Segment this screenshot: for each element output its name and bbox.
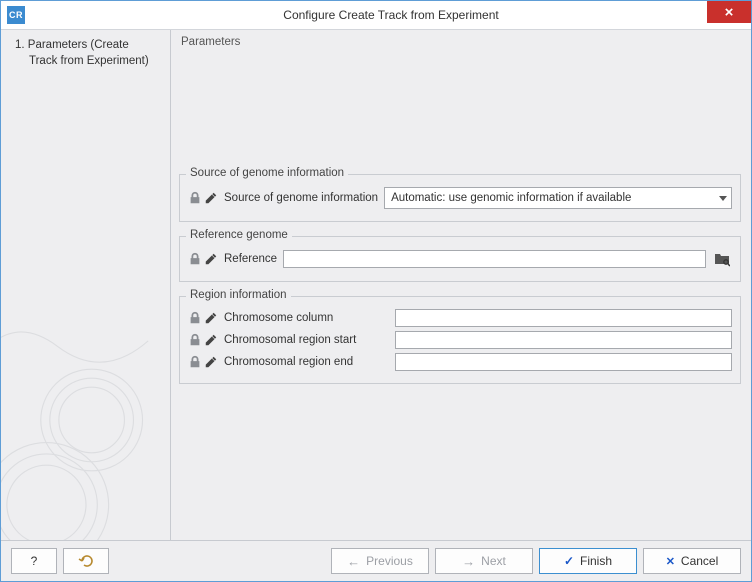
edit-icon[interactable] xyxy=(204,333,218,347)
button-bar: ? Previous Next Finish Cancel xyxy=(1,540,751,581)
app-icon: CR xyxy=(7,6,25,24)
finish-label: Finish xyxy=(580,554,612,568)
select-source-value: Automatic: use genomic information if av… xyxy=(391,192,631,204)
close-button[interactable]: × xyxy=(707,1,751,23)
row-region-start: Chromosomal region start xyxy=(188,331,732,349)
previous-button[interactable]: Previous xyxy=(331,548,429,574)
input-region-start[interactable] xyxy=(395,331,732,349)
group-source: Source of genome information Source of g… xyxy=(179,174,741,222)
group-source-legend: Source of genome information xyxy=(186,167,348,179)
input-chrom-col[interactable] xyxy=(395,309,732,327)
lock-icon[interactable] xyxy=(188,252,202,266)
row-reference-icons xyxy=(188,252,218,266)
edit-icon[interactable] xyxy=(204,355,218,369)
row-source: Source of genome information Automatic: … xyxy=(188,187,732,209)
chevron-down-icon xyxy=(719,196,727,201)
xmark-icon xyxy=(666,554,675,568)
watermark xyxy=(1,290,171,540)
panel-heading: Parameters xyxy=(181,36,741,48)
row-source-icons xyxy=(188,191,218,205)
row-reference: Reference xyxy=(188,249,732,269)
titlebar: CR Configure Create Track from Experimen… xyxy=(1,1,751,30)
check-icon xyxy=(564,554,574,568)
edit-icon[interactable] xyxy=(204,191,218,205)
main-panel: Parameters Source of genome information … xyxy=(171,30,751,540)
input-region-end[interactable] xyxy=(395,353,732,371)
undo-icon xyxy=(78,554,94,568)
label-chrom-col: Chromosome column xyxy=(224,312,389,324)
label-source: Source of genome information xyxy=(224,192,378,204)
select-source[interactable]: Automatic: use genomic information if av… xyxy=(384,187,732,209)
group-region: Region information Chromosome column xyxy=(179,296,741,384)
row-region-end-icons xyxy=(188,355,218,369)
lock-icon[interactable] xyxy=(188,311,202,325)
wizard-sidebar: 1. Parameters (Create Track from Experim… xyxy=(1,30,171,540)
label-region-end: Chromosomal region end xyxy=(224,356,389,368)
finish-button[interactable]: Finish xyxy=(539,548,637,574)
row-chrom-col: Chromosome column xyxy=(188,309,732,327)
arrow-right-icon xyxy=(462,554,475,569)
window-title: Configure Create Track from Experiment xyxy=(31,8,751,22)
close-icon: × xyxy=(725,4,734,21)
edit-icon[interactable] xyxy=(204,311,218,325)
row-chrom-col-icons xyxy=(188,311,218,325)
arrow-left-icon xyxy=(347,554,360,569)
group-reference-legend: Reference genome xyxy=(186,229,292,241)
cancel-button[interactable]: Cancel xyxy=(643,548,741,574)
wizard-step-1[interactable]: 1. Parameters (Create Track from Experim… xyxy=(15,38,158,69)
dialog-window: CR Configure Create Track from Experimen… xyxy=(0,0,752,582)
lock-icon[interactable] xyxy=(188,355,202,369)
spacer xyxy=(179,54,741,174)
next-label: Next xyxy=(481,554,506,568)
lock-icon[interactable] xyxy=(188,191,202,205)
main-inner: Parameters Source of genome information … xyxy=(171,30,751,540)
edit-icon[interactable] xyxy=(204,252,218,266)
dialog-body: 1. Parameters (Create Track from Experim… xyxy=(1,30,751,540)
next-button[interactable]: Next xyxy=(435,548,533,574)
group-reference: Reference genome Reference xyxy=(179,236,741,282)
row-region-end: Chromosomal region end xyxy=(188,353,732,371)
previous-label: Previous xyxy=(366,554,413,568)
help-button[interactable]: ? xyxy=(11,548,57,574)
lock-icon[interactable] xyxy=(188,333,202,347)
reset-button[interactable] xyxy=(63,548,109,574)
browse-reference-button[interactable] xyxy=(712,249,732,269)
help-icon: ? xyxy=(31,554,38,568)
cancel-label: Cancel xyxy=(681,554,718,568)
label-region-start: Chromosomal region start xyxy=(224,334,389,346)
browse-icon xyxy=(714,251,730,267)
group-region-legend: Region information xyxy=(186,289,291,301)
input-reference[interactable] xyxy=(283,250,706,268)
row-region-start-icons xyxy=(188,333,218,347)
label-reference: Reference xyxy=(224,253,277,265)
